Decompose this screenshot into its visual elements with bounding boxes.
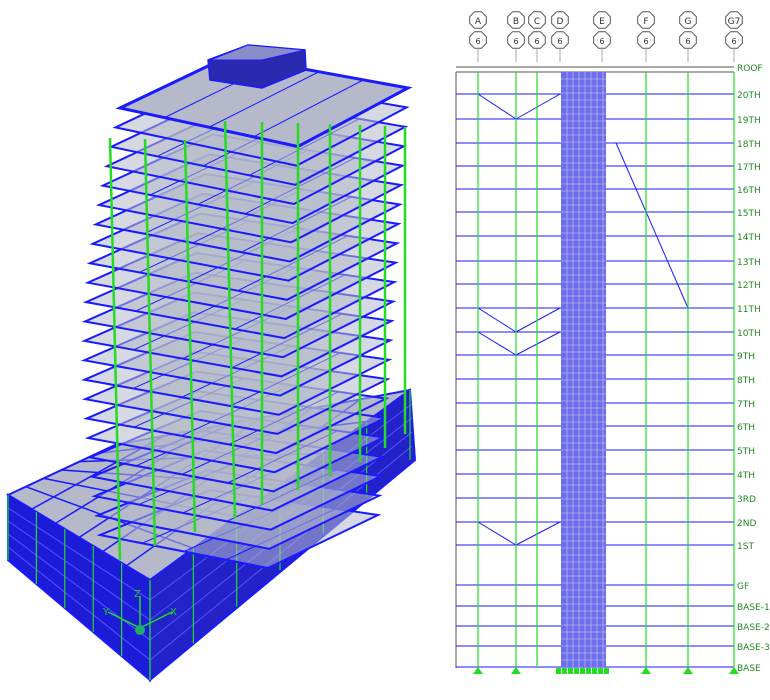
grid-label: F	[643, 17, 648, 27]
support-triangle	[683, 667, 693, 674]
grid-sublabel: 6	[599, 37, 604, 46]
level-label: 8TH	[737, 376, 755, 386]
grid-sublabel: 6	[534, 37, 539, 46]
frame-brace	[477, 521, 517, 546]
grid-sublabel: 6	[475, 37, 480, 46]
level-label: 19TH	[737, 116, 761, 126]
level-label: 11TH	[737, 305, 761, 315]
level-label: 10TH	[737, 329, 761, 339]
frame-brace	[477, 93, 517, 120]
core-support	[592, 668, 597, 674]
level-label: GF	[737, 582, 749, 592]
core-support	[598, 668, 603, 674]
level-label: 1ST	[737, 542, 754, 552]
level-label: 12TH	[737, 281, 761, 291]
support-triangle	[473, 667, 483, 674]
level-label: 4TH	[737, 471, 755, 481]
core-support	[568, 668, 573, 674]
frame-brace	[477, 307, 517, 333]
support-triangle	[641, 667, 651, 674]
x-axis-label: X	[170, 607, 177, 618]
grid-label: D	[557, 17, 564, 27]
level-label: BASE	[737, 664, 761, 674]
grid-bubble-d: D6	[551, 11, 569, 62]
grid-sublabel: 6	[557, 37, 562, 46]
level-label: 3RD	[737, 495, 756, 505]
level-label: BASE-2	[737, 623, 770, 633]
grid-sublabel: 6	[513, 37, 518, 46]
y-axis-label: Y	[102, 607, 110, 618]
level-label: BASE-3	[737, 643, 770, 653]
grid-label: G7	[728, 17, 741, 27]
grid-bubbles: A6B6C6D6E6F6G6G76	[469, 11, 743, 62]
grid-label: E	[599, 17, 605, 27]
level-label: ROOF	[737, 64, 763, 74]
grid-bubble-a: A6	[469, 11, 487, 62]
grid-bubble-g: G6	[679, 11, 697, 62]
level-label: 20TH	[737, 91, 761, 101]
grid-bubble-c: C6	[528, 11, 546, 62]
level-label: 6TH	[737, 423, 755, 433]
grid-sublabel: 6	[731, 37, 736, 46]
grid-label: C	[534, 17, 540, 27]
level-label: 15TH	[737, 209, 761, 219]
grid-sublabel: 6	[643, 37, 648, 46]
frame-brace	[515, 93, 561, 120]
frame-brace	[477, 331, 517, 356]
3d-model-view[interactable]: X Y Z	[0, 0, 440, 700]
level-label: 7TH	[737, 400, 755, 410]
frame-brace	[515, 307, 561, 333]
grid-bubble-e: E6	[593, 11, 611, 62]
level-label: 17TH	[737, 163, 761, 173]
support-triangle	[511, 667, 521, 674]
core-support	[586, 668, 591, 674]
core-support	[574, 668, 579, 674]
supports	[473, 667, 739, 674]
core-support	[604, 668, 609, 674]
setback-line	[606, 142, 689, 309]
shear-core	[561, 72, 606, 667]
grid-label: G	[685, 17, 692, 27]
level-label: 16TH	[737, 186, 761, 196]
level-label: 14TH	[737, 233, 761, 243]
level-label: 2ND	[737, 519, 756, 529]
level-label: 9TH	[737, 352, 755, 362]
core-support	[556, 668, 561, 674]
core-support	[580, 668, 585, 674]
elevation-view[interactable]: A6B6C6D6E6F6G6G76 ROOF20TH19TH18TH17TH16…	[440, 0, 770, 700]
grid-label: B	[513, 17, 519, 27]
frame-brace	[515, 331, 561, 356]
frame-brace	[515, 521, 561, 546]
level-label: 18TH	[737, 140, 761, 150]
level-label: 5TH	[737, 447, 755, 457]
z-axis-label: Z	[134, 589, 141, 600]
core-fill	[561, 72, 606, 667]
story-levels: ROOF 20TH 19TH 18TH 17TH 16TH 15TH 14TH 13TH 12TH…	[455, 64, 770, 674]
core-support	[562, 668, 567, 674]
level-label: 13TH	[737, 258, 761, 268]
grid-bubble-f: F6	[637, 11, 655, 62]
grid-sublabel: 6	[685, 37, 690, 46]
level-label: BASE-1	[737, 603, 770, 613]
grid-label: A	[475, 17, 482, 27]
grid-bubble-b: B6	[507, 11, 525, 62]
grid-bubble-g7: G7 6	[725, 11, 743, 62]
